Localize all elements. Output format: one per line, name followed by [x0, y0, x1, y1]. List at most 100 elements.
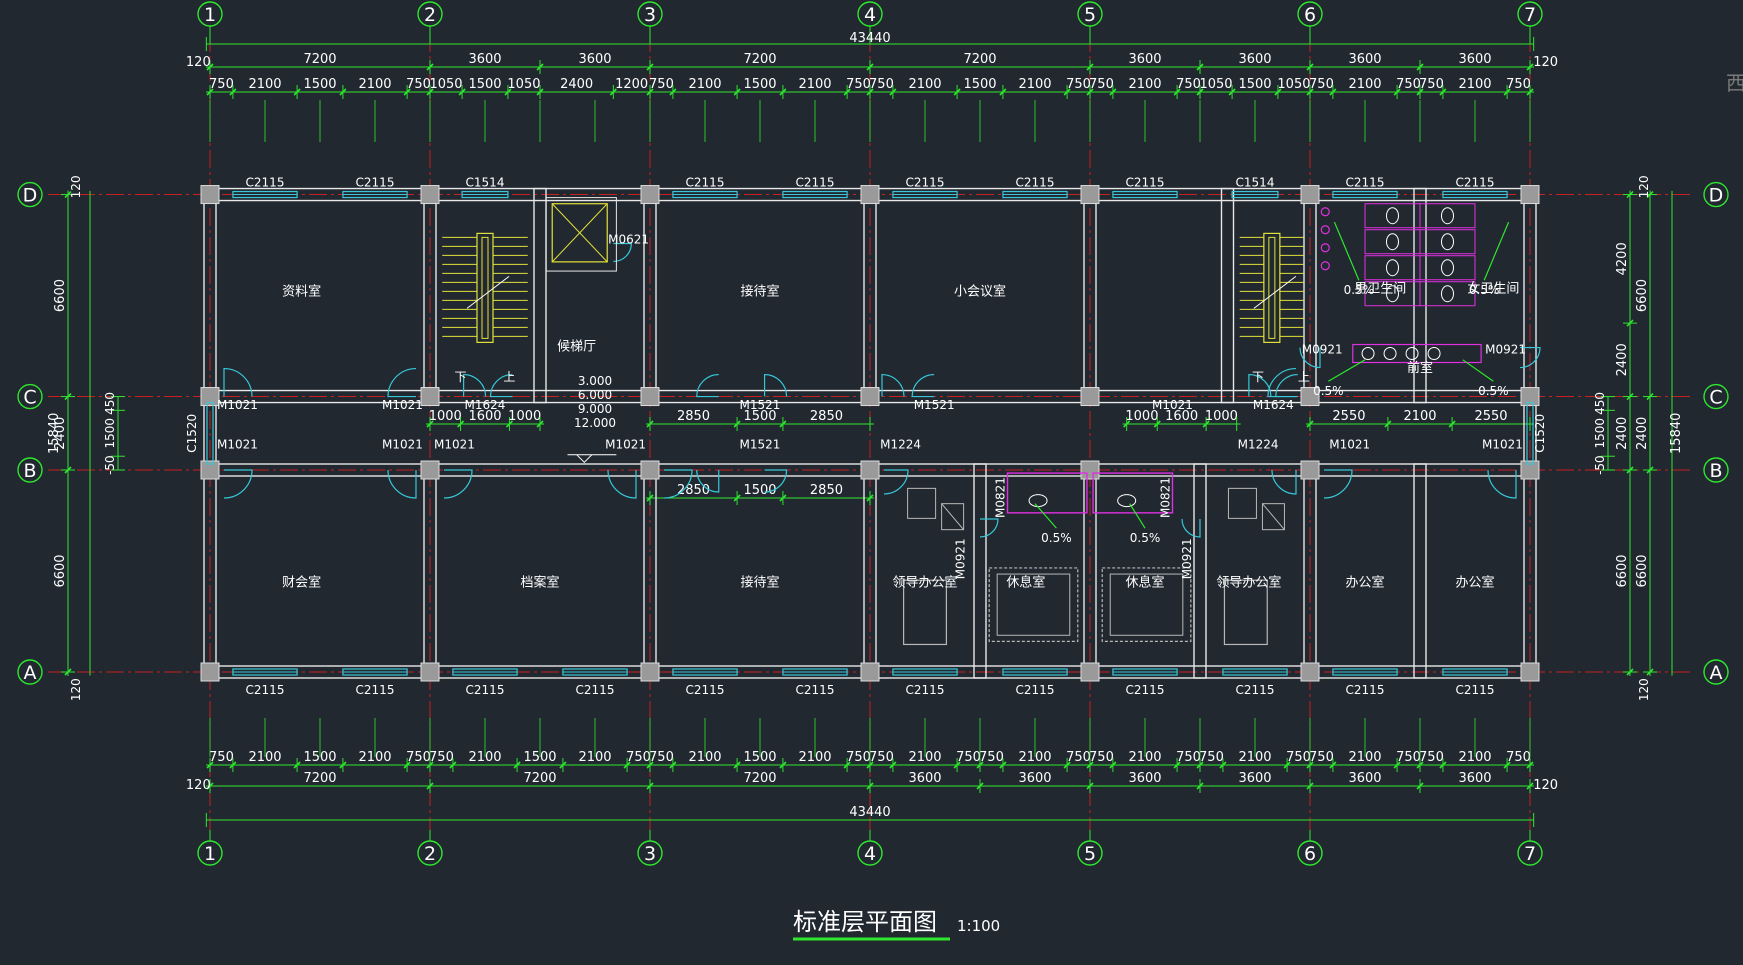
dim-bottom-bays-label-7: 3600	[1348, 771, 1381, 786]
dim-top-details-label-0: 750	[209, 77, 234, 92]
column-3-1	[860, 387, 880, 407]
room-toilet-women: 女卫生间	[1467, 280, 1519, 296]
dim-top-bays-label-0: 7200	[303, 52, 336, 67]
door-label-2: M1624	[465, 398, 506, 412]
dim-bottom-details-label-27: 750	[1309, 750, 1334, 765]
dim-top-details-label-2: 1500	[303, 77, 336, 92]
column-1-0	[420, 185, 440, 205]
room-records: 档案室	[520, 574, 559, 590]
door-label-16: M1224	[1238, 438, 1279, 452]
dim-bottom-details-label-15: 750	[869, 750, 894, 765]
drawing-title: 标准层平面图	[793, 908, 937, 936]
dim-right-bays-outer-label-2: 6600	[1635, 279, 1650, 312]
dim-left-inner-label-0: 450	[103, 392, 117, 415]
column-6-0	[1520, 185, 1540, 205]
grid-bubble-bottom-3-label: 3	[644, 843, 656, 865]
column-5-2	[1300, 460, 1320, 480]
elevation-1: 9.000	[578, 402, 612, 416]
column-3-3	[860, 662, 880, 682]
dim-left-bays-label-2: 6600	[53, 279, 68, 312]
dim-bottom-details-label-21: 750	[1089, 750, 1114, 765]
dim-top-bays-label-3: 7200	[743, 52, 776, 67]
dim-edge-bottom-right: 120	[1533, 778, 1558, 793]
window-south-9-label: C2115	[1236, 683, 1275, 697]
dim-top-bays-label-2: 3600	[578, 52, 611, 67]
grid-bubble-top-7-label: 7	[1524, 4, 1536, 26]
elevation-0: 12.000	[574, 416, 616, 430]
column-2-1	[640, 387, 660, 407]
door-label-4: M1521	[914, 398, 955, 412]
dim-corr-south-label-2: 2850	[810, 483, 843, 498]
room-leader-office-2: 领导办公室	[1216, 574, 1281, 590]
dim-top-details-label-25: 1050	[1277, 77, 1310, 92]
column-5-0	[1300, 185, 1320, 205]
window-south-1-label: C2115	[356, 683, 395, 697]
column-4-0	[1080, 185, 1100, 205]
door-label-vert-0: M0821	[993, 477, 1007, 518]
window-south-5-label: C2115	[796, 683, 835, 697]
stair1-up: 上	[503, 370, 515, 384]
door-label-11: M1021	[382, 438, 423, 452]
dim-top-bays-label-4: 7200	[963, 52, 996, 67]
dim-top-details-label-26: 750	[1309, 77, 1334, 92]
room-rest-1: 休息室	[1006, 574, 1045, 590]
elevation-2: 6.000	[578, 388, 612, 402]
window-north-10-label: C2115	[1456, 176, 1495, 190]
dim-top-details-label-30: 2100	[1458, 77, 1491, 92]
grid-bubble-bottom-5-label: 5	[1084, 843, 1096, 865]
dim-right-inner-label-2: -50	[1593, 455, 1607, 475]
door-label-18: M1021	[1482, 438, 1523, 452]
dim-top-details-label-5: 1050	[429, 77, 462, 92]
window-north-6-label: C2115	[1016, 176, 1055, 190]
drawing-scale: 1:100	[957, 917, 1000, 935]
door-label-vert-2: M0921	[954, 538, 968, 579]
dim-left-edge-top: 120	[69, 175, 83, 198]
dim-bottom-bays-label-6: 3600	[1238, 771, 1271, 786]
column-2-3	[640, 662, 660, 682]
dim-bottom-bays-label-8: 3600	[1458, 771, 1491, 786]
dim-bottom-details-label-29: 750	[1396, 750, 1421, 765]
door-label-12: M1021	[434, 438, 475, 452]
dim-top-bays-label-8: 3600	[1458, 52, 1491, 67]
room-finance: 财会室	[282, 574, 321, 590]
grid-bubble-right-C-label: C	[1709, 387, 1722, 409]
room-reception-1: 接待室	[740, 284, 779, 300]
door-label-vert-1: M0821	[1158, 477, 1172, 518]
column-4-3	[1080, 662, 1100, 682]
room-reception-2: 接待室	[740, 574, 779, 590]
dim-top-details-label-24: 1500	[1238, 77, 1271, 92]
dim-top-details-label-9: 1200	[615, 77, 648, 92]
dim-top-details-label-11: 2100	[688, 77, 721, 92]
grid-bubble-right-A-label: A	[1710, 662, 1723, 684]
dim-top-details-label-4: 750	[406, 77, 431, 92]
window-south-11-label: C2115	[1456, 683, 1495, 697]
dim-top-details-label-28: 750	[1396, 77, 1421, 92]
dim-top-details-label-15: 750	[869, 77, 894, 92]
dim-bottom-bays-label-2: 7200	[743, 771, 776, 786]
dim-corr-north-d-label-2: 2550	[1474, 409, 1507, 424]
room-rest-2: 休息室	[1125, 574, 1164, 590]
dim-bottom-details-label-32: 750	[1506, 750, 1531, 765]
door-label-0: M1021	[217, 398, 258, 412]
dim-top-details-label-3: 2100	[358, 77, 391, 92]
dim-top-bays-label-7: 3600	[1348, 52, 1381, 67]
dim-bottom-bays-label-0: 7200	[303, 771, 336, 786]
window-south-3-label: C2115	[576, 683, 615, 697]
window-east-end-label: C1520	[1533, 414, 1547, 453]
dim-top-details-label-10: 750	[649, 77, 674, 92]
grid-bubble-bottom-2-label: 2	[424, 843, 436, 865]
column-1-2	[420, 460, 440, 480]
window-north-4-label: C2115	[796, 176, 835, 190]
dim-corr-north-a-label-2: 1000	[508, 409, 541, 424]
dim-bottom-bays-label-3: 3600	[908, 771, 941, 786]
dim-top-details-label-12: 1500	[743, 77, 776, 92]
dim-overall-bottom-label: 43440	[849, 805, 890, 820]
window-south-8-label: C2115	[1126, 683, 1165, 697]
door-label-6: M1624	[1253, 398, 1294, 412]
column-0-0	[200, 185, 220, 205]
dim-bottom-details-label-0: 750	[209, 750, 234, 765]
dim-top-details-label-17: 1500	[963, 77, 996, 92]
dim-top-bays-label-1: 3600	[468, 52, 501, 67]
window-north-8-label: C1514	[1236, 176, 1275, 190]
dim-top-details-label-14: 750	[846, 77, 871, 92]
